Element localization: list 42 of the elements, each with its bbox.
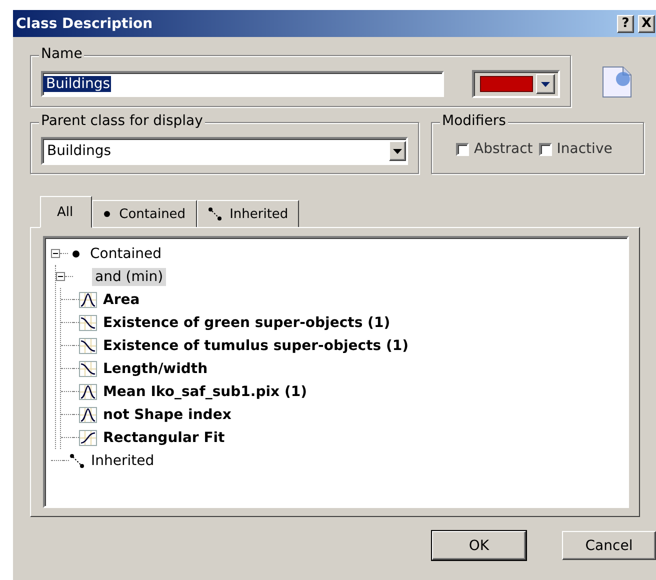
checkbox[interactable] [538, 142, 552, 156]
name-field[interactable]: Buildings [43, 76, 112, 92]
curve-icon [79, 384, 97, 400]
dialog-button[interactable]: OK [432, 531, 526, 560]
tree-item[interactable]: Rectangular Fit [100, 428, 228, 446]
curve-icon [79, 406, 97, 422]
curve-icon [79, 292, 97, 308]
checkbox[interactable] [456, 142, 469, 156]
tree-item[interactable]: Existence of green super-objects (1) [100, 314, 394, 332]
dot-icon [103, 210, 112, 218]
checkbox-label: Inactive [556, 141, 612, 157]
dropdown-value: Buildings [47, 143, 112, 159]
group-label: Parent class for display [39, 113, 205, 129]
tree-item[interactable]: not Shape index [100, 406, 234, 424]
checkbox-label: Abstract [474, 141, 533, 157]
parent-class-dropdown[interactable]: Buildings [41, 137, 408, 165]
collapse-icon[interactable] [56, 272, 65, 281]
tab[interactable]: Contained [92, 200, 197, 228]
tree-item[interactable]: Inherited [88, 452, 158, 470]
window-title: Class Description [16, 16, 154, 32]
curve-icon [79, 314, 97, 330]
help-button[interactable]: ? [617, 14, 634, 32]
dropdown-icon[interactable] [536, 74, 555, 94]
tree-item[interactable]: Area [100, 290, 143, 308]
tree-item[interactable]: Length/width [100, 360, 211, 378]
tree-item[interactable]: and (min) [92, 268, 166, 286]
link-icon [208, 207, 222, 221]
curve-icon [79, 338, 97, 354]
dialog-button[interactable]: Cancel [562, 531, 656, 560]
tree-item[interactable]: Contained [87, 244, 165, 262]
curve-icon [79, 430, 97, 446]
color-picker[interactable] [472, 70, 560, 98]
tab[interactable]: Inherited [196, 200, 300, 228]
collapse-icon[interactable] [51, 249, 60, 258]
tree-item[interactable]: Existence of tumulus super-objects (1) [100, 336, 412, 354]
dropdown-icon [393, 148, 402, 154]
tab[interactable]: All [40, 196, 92, 228]
tree-item[interactable]: Mean Iko_saf_sub1.pix (1) [100, 382, 310, 400]
document-icon [601, 65, 633, 99]
close-button[interactable]: X [638, 14, 655, 32]
curve-icon [79, 360, 97, 376]
link-icon [69, 452, 85, 468]
